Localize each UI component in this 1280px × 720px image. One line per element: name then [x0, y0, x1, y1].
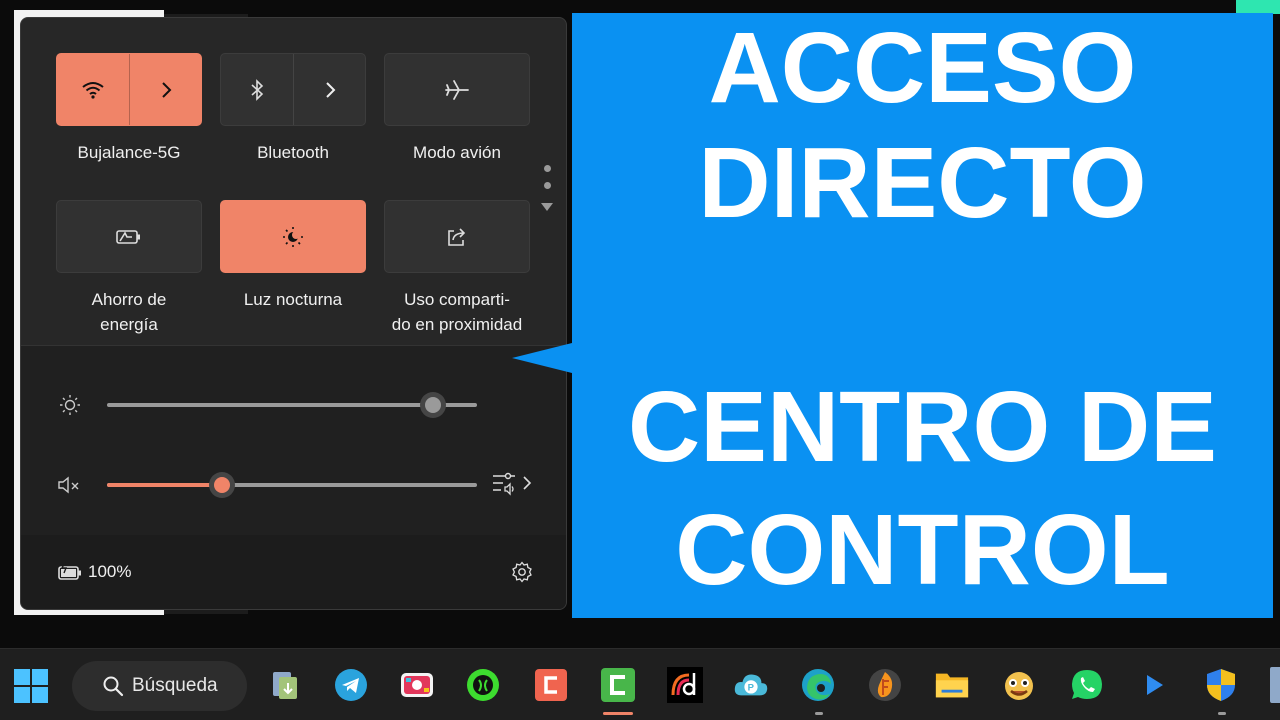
- airplane-mode-tile[interactable]: [384, 53, 530, 126]
- airplane-mode-label: Modo avión: [413, 143, 501, 162]
- background-accent-strip: [1236, 0, 1280, 14]
- cloud-app-icon[interactable]: P: [733, 667, 769, 703]
- whatsapp-icon[interactable]: [1069, 667, 1105, 703]
- night-light-tile[interactable]: [220, 200, 366, 273]
- svg-text:P: P: [748, 683, 754, 694]
- bluetooth-toggle[interactable]: [221, 54, 293, 125]
- bluetooth-label: Bluetooth: [257, 143, 329, 162]
- page-indicator[interactable]: [540, 165, 554, 217]
- media-player-icon[interactable]: [1136, 667, 1172, 703]
- razer-icon[interactable]: [465, 667, 501, 703]
- camtasia-icon[interactable]: [600, 667, 636, 703]
- wifi-label: Bujalance-5G: [77, 143, 181, 162]
- settings-gear-icon[interactable]: [511, 561, 533, 583]
- windows-logo-pane: [14, 687, 30, 703]
- callout-line-4: CONTROL: [675, 494, 1170, 606]
- volume-muted-icon[interactable]: [56, 474, 82, 496]
- partial-taskbar-icon[interactable]: [1270, 667, 1280, 703]
- quick-settings-tiles: Bujalance-5G Bluetooth Modo avión Ahorro…: [21, 18, 566, 345]
- clipchamp-icon[interactable]: [533, 667, 569, 703]
- davinci-icon[interactable]: [667, 667, 703, 703]
- wifi-toggle[interactable]: [57, 54, 129, 125]
- chevron-right-icon: [523, 476, 532, 490]
- file-explorer-utility-icon[interactable]: [267, 667, 303, 703]
- nearby-share-label-line1: Uso comparti-: [404, 290, 510, 309]
- battery-charging-icon[interactable]: [57, 562, 83, 582]
- brightness-icon: [60, 395, 80, 415]
- edge-icon[interactable]: [800, 667, 836, 703]
- windows-logo-pane: [32, 669, 48, 685]
- fl-studio-icon[interactable]: [867, 667, 903, 703]
- windows-logo-pane: [32, 687, 48, 703]
- battery-percentage: 100%: [88, 562, 132, 581]
- night-light-icon: [283, 226, 303, 247]
- battery-saver-label-line1: Ahorro de: [91, 290, 167, 309]
- night-light-label: Luz nocturna: [243, 290, 343, 309]
- running-app-indicator: [1218, 712, 1226, 715]
- airplane-icon: [445, 79, 469, 100]
- battery-saver-label-line2: energía: [100, 315, 158, 334]
- nearby-share-tile[interactable]: [384, 200, 530, 273]
- wifi-tile[interactable]: [56, 53, 202, 126]
- sliders-section: [21, 345, 566, 535]
- chevron-right-icon: [161, 81, 171, 98]
- bluetooth-tile[interactable]: [220, 53, 366, 126]
- wifi-expand-button[interactable]: [129, 54, 201, 125]
- callout-pointer: [512, 343, 572, 373]
- bluetooth-icon: [251, 78, 264, 101]
- quick-settings-footer: 100%: [21, 535, 566, 609]
- brightness-slider-thumb[interactable]: [419, 392, 446, 418]
- wifi-icon: [82, 81, 104, 99]
- taskbar-search[interactable]: Búsqueda: [72, 661, 247, 711]
- nearby-share-label-line2: do en proximidad: [391, 315, 523, 334]
- volume-slider-thumb[interactable]: [208, 472, 235, 498]
- files-icon[interactable]: [934, 667, 970, 703]
- page-dot[interactable]: [543, 182, 551, 189]
- audio-output-button[interactable]: [491, 470, 533, 496]
- caret-down-icon[interactable]: [540, 202, 554, 212]
- battery-saver-tile[interactable]: [56, 200, 202, 273]
- nearby-share-icon: [448, 227, 466, 246]
- start-button[interactable]: [14, 669, 48, 703]
- callout-line-1: ACCESO: [708, 12, 1137, 124]
- callout-line-3: CENTRO DE: [628, 371, 1217, 483]
- security-shield-icon[interactable]: [1203, 667, 1239, 703]
- nearby-share-label: Uso comparti- do en proximidad: [372, 287, 542, 337]
- battery-saver-icon: [116, 229, 140, 244]
- audio-mixer-icon: [493, 472, 515, 496]
- running-app-indicator: [815, 712, 823, 715]
- search-label: Búsqueda: [132, 675, 218, 696]
- screen-recorder-icon[interactable]: [399, 667, 435, 703]
- bluetooth-expand-button[interactable]: [293, 54, 365, 125]
- taskbar: Búsqueda P: [0, 648, 1280, 720]
- volume-slider-fill: [107, 483, 222, 487]
- callout-line-2: DIRECTO: [698, 127, 1147, 239]
- quick-settings-panel: Bujalance-5G Bluetooth Modo avión Ahorro…: [20, 17, 567, 610]
- active-app-indicator: [603, 712, 633, 715]
- telegram-icon[interactable]: [333, 667, 369, 703]
- search-icon: [103, 676, 124, 697]
- battery-saver-label: Ahorro de energía: [44, 287, 214, 337]
- emoji-app-icon[interactable]: [1001, 667, 1037, 703]
- windows-logo-icon: [14, 669, 30, 685]
- page-dot[interactable]: [543, 165, 551, 172]
- chevron-right-icon: [325, 81, 335, 98]
